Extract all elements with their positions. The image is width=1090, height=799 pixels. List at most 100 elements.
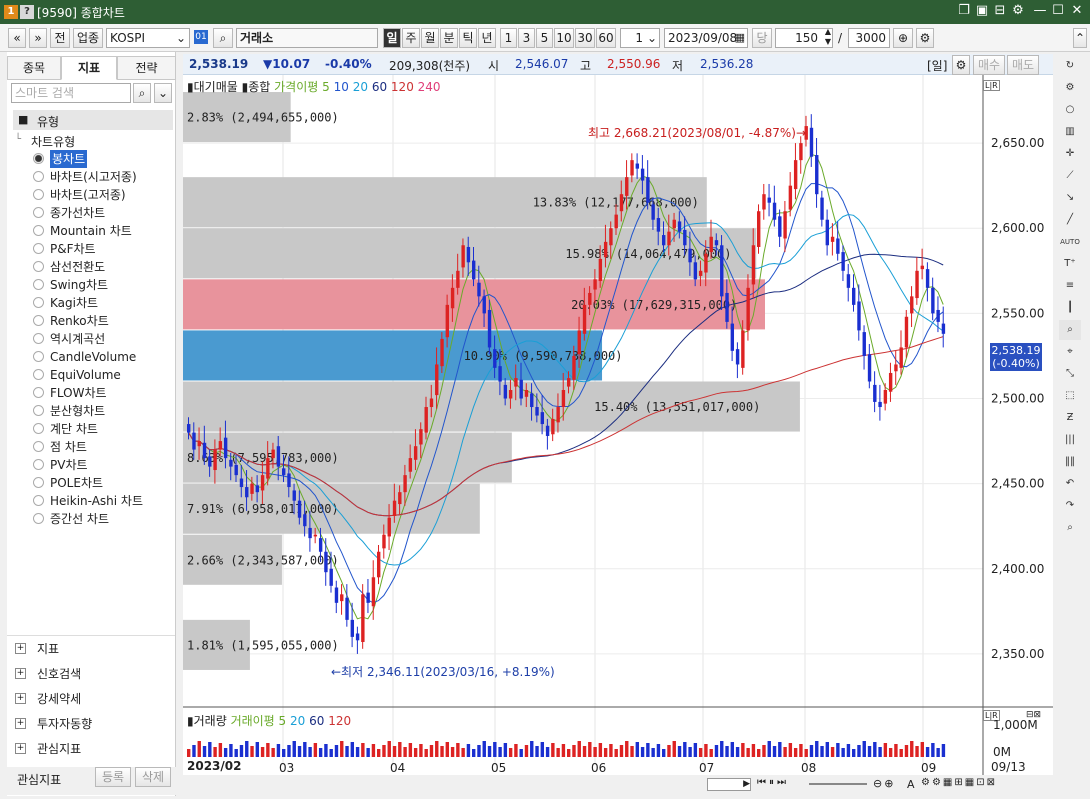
legend-vol-ma60[interactable]: 60 (309, 714, 324, 728)
close-icon[interactable]: ✕ (1068, 2, 1086, 20)
minimize-icon[interactable]: — (1031, 2, 1049, 20)
radio-icon[interactable] (33, 423, 44, 434)
radio-icon[interactable] (33, 441, 44, 452)
code-badge[interactable]: 01 (194, 30, 208, 44)
legend-ma240[interactable]: 240 (418, 80, 441, 94)
legend-ma120[interactable]: 120 (391, 80, 414, 94)
expand-icon[interactable]: ⌄ (154, 83, 172, 103)
scroll-track[interactable]: ▶ (707, 778, 751, 791)
zigzag-icon[interactable]: Ƶ (1059, 408, 1081, 428)
radio-icon[interactable] (33, 261, 44, 272)
radio-icon[interactable] (33, 513, 44, 524)
radio-icon[interactable] (33, 315, 44, 326)
period-tick-button[interactable]: 틱 (459, 28, 477, 48)
radio-icon[interactable] (33, 477, 44, 488)
gear-icon[interactable]: ⚙ (916, 28, 934, 48)
text-icon[interactable]: T⁺ (1059, 254, 1081, 274)
auto-line-icon[interactable]: AUTO (1059, 232, 1081, 252)
radio-icon[interactable] (33, 243, 44, 254)
chart-area[interactable]: 2.83% (2,494,655,000) 13.83% (12,177,668,… (183, 75, 1053, 775)
register-button[interactable]: 등록 (95, 767, 131, 787)
line-icon[interactable]: ╱ (1059, 210, 1081, 230)
gear-icon[interactable]: ⚙ (1059, 78, 1081, 98)
expand-plus-icon[interactable]: + (15, 643, 26, 654)
save-icon[interactable]: ▣ (973, 2, 991, 20)
legend-ma5[interactable]: 가격이평 5 (274, 80, 330, 94)
zoom-buttons[interactable]: ⊖⊕ (873, 777, 895, 790)
expand-plus-icon[interactable]: + (15, 668, 26, 679)
period-month-button[interactable]: 월 (421, 28, 439, 48)
restore-doc-icon[interactable]: ❐ (955, 2, 973, 20)
fit-icon[interactable]: ⤡ (1059, 364, 1081, 384)
legend-sell-pressure[interactable]: ▮대기매물 (187, 80, 238, 94)
columns-icon[interactable]: ‖‖ (1059, 452, 1081, 472)
scroll-nav-icons[interactable]: ⏮⏸⏭ (757, 777, 789, 788)
radio-icon[interactable] (33, 351, 44, 362)
radio-icon[interactable] (33, 297, 44, 308)
radio-icon[interactable] (33, 369, 44, 380)
maximize-icon[interactable]: ☐ (1049, 2, 1067, 20)
zoom-search-icon[interactable]: ⊕ (893, 28, 913, 48)
search-icon[interactable]: ⌕ (1059, 518, 1081, 538)
radio-icon[interactable] (33, 153, 44, 164)
legend-vol-ma120[interactable]: 120 (328, 714, 351, 728)
calendar-icon[interactable]: ▦ (735, 29, 745, 47)
radio-icon[interactable] (33, 189, 44, 200)
legend-ma10[interactable]: 10 (334, 80, 349, 94)
circle-icon[interactable]: ○ (1059, 100, 1081, 120)
legend-ma60[interactable]: 60 (372, 80, 387, 94)
zoom-area-icon[interactable]: ⌖ (1059, 342, 1081, 362)
view-mode-icons[interactable]: ⚙⚙▦⊞▦⊡⊠ (921, 777, 997, 788)
radio-icon[interactable] (33, 333, 44, 344)
exchange-field[interactable]: 거래소 (236, 28, 378, 48)
sector-button[interactable]: 업종 (73, 28, 103, 48)
period-minute-button[interactable]: 분 (440, 28, 458, 48)
redo-icon[interactable]: ↷ (1059, 496, 1081, 516)
period-week-button[interactable]: 주 (402, 28, 420, 48)
interval-60-button[interactable]: 60 (596, 28, 616, 48)
lr-toggle-icon[interactable]: L|R (983, 80, 1000, 91)
price-chart[interactable]: 2.83% (2,494,655,000)13.83% (12,177,668,… (183, 75, 1053, 775)
count-input[interactable]: 1 ⌄ (620, 28, 660, 48)
collapse-toolbar-icon[interactable]: ⌃ (1073, 28, 1087, 48)
ray-icon[interactable]: ↘ (1059, 188, 1081, 208)
legend-vol-ma5[interactable]: 거래이평 5 (231, 714, 287, 728)
expand-plus-icon[interactable]: + (15, 718, 26, 729)
legend-composite[interactable]: ▮종합 (242, 80, 271, 94)
smart-search-input[interactable]: 스마트 검색 (11, 83, 131, 103)
group-label[interactable]: 차트유형 (31, 133, 75, 150)
layout-icon[interactable]: ⊟ (991, 2, 1009, 20)
max-input[interactable]: 3000 (848, 28, 890, 48)
search-icon[interactable]: ⌕ (213, 28, 233, 48)
dropdown-double-button[interactable]: » (29, 28, 47, 48)
refresh-icon[interactable]: ↻ (1059, 56, 1081, 76)
interval-30-button[interactable]: 30 (575, 28, 595, 48)
date-input[interactable]: 2023/09/08 ▦ (664, 28, 748, 48)
sell-button[interactable]: 매도 (1007, 55, 1039, 75)
delete-button[interactable]: 삭제 (135, 767, 171, 787)
tab-stock[interactable]: 종목 (7, 56, 61, 80)
interval-5-button[interactable]: 5 (536, 28, 553, 48)
prev-double-button[interactable]: « (8, 28, 26, 48)
period-year-button[interactable]: 년 (478, 28, 496, 48)
bars-icon[interactable]: ||| (1059, 430, 1081, 450)
radio-icon[interactable] (33, 459, 44, 470)
measure-icon[interactable]: ⬚ (1059, 386, 1081, 406)
auto-scale-label[interactable]: A (907, 778, 915, 791)
bars-input[interactable]: 150 ▲ ▼ (775, 27, 833, 48)
radio-icon[interactable] (33, 405, 44, 416)
radio-icon[interactable] (33, 495, 44, 506)
trend-icon[interactable]: ⟋ (1059, 166, 1081, 186)
radio-icon[interactable] (33, 171, 44, 182)
interval-10-button[interactable]: 10 (554, 28, 574, 48)
settings-gear-icon[interactable]: ⚙ (952, 55, 970, 75)
radio-icon[interactable] (33, 207, 44, 218)
search-icon[interactable]: ⌕ (133, 83, 151, 103)
legend-vol-ma20[interactable]: 20 (290, 714, 305, 728)
current-button[interactable]: 당 (752, 28, 772, 48)
chart-icon[interactable]: ▥ (1059, 122, 1081, 142)
tab-strategy[interactable]: 전략 (117, 56, 176, 80)
radio-icon[interactable] (33, 387, 44, 398)
interval-1-button[interactable]: 1 (500, 28, 517, 48)
undo-icon[interactable]: ↶ (1059, 474, 1081, 494)
